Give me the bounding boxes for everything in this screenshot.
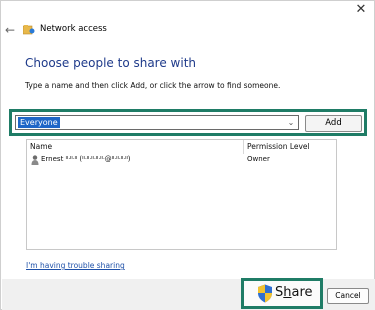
share-list: Name Permission Level Ernest ᐦᐧᐦᐧᐦ (ᐦᐧᐦᐧ… — [26, 139, 337, 250]
trouble-sharing-link[interactable]: I'm having trouble sharing — [26, 261, 125, 270]
window-title: Network access — [40, 24, 107, 34]
column-divider[interactable] — [243, 140, 244, 154]
back-arrow-icon[interactable]: ← — [5, 23, 17, 37]
share-button[interactable]: Share — [241, 278, 323, 309]
add-button[interactable]: Add — [305, 115, 362, 132]
share-button-label: Share — [275, 285, 313, 300]
user-icon — [31, 155, 39, 165]
list-item-permission[interactable]: Owner — [247, 155, 270, 163]
column-header-name[interactable]: Name — [30, 142, 52, 151]
uac-shield-icon — [258, 284, 272, 303]
chevron-down-icon[interactable]: ⌄ — [286, 116, 296, 129]
combobox-selected-value[interactable]: Everyone — [18, 117, 60, 128]
network-access-dialog: ✕ ← Network access Choose people to shar… — [0, 0, 375, 310]
cancel-button[interactable]: Cancel — [327, 288, 369, 304]
instructions-text: Type a name and then click Add, or click… — [25, 81, 281, 90]
list-item-name[interactable]: Ernest ᐦᐧᐦᐧᐦ (ᐦᐧᐦᐧᐦᐧᐦᐧᐦᐧ@ᐦᐧᐦᐧᐦᐧᐦ) — [41, 155, 131, 163]
close-icon[interactable]: ✕ — [354, 3, 368, 17]
page-heading: Choose people to share with — [25, 56, 197, 70]
column-header-permission[interactable]: Permission Level — [247, 142, 310, 151]
people-combobox[interactable]: Everyone ⌄ — [15, 115, 299, 130]
network-share-icon — [23, 25, 35, 35]
